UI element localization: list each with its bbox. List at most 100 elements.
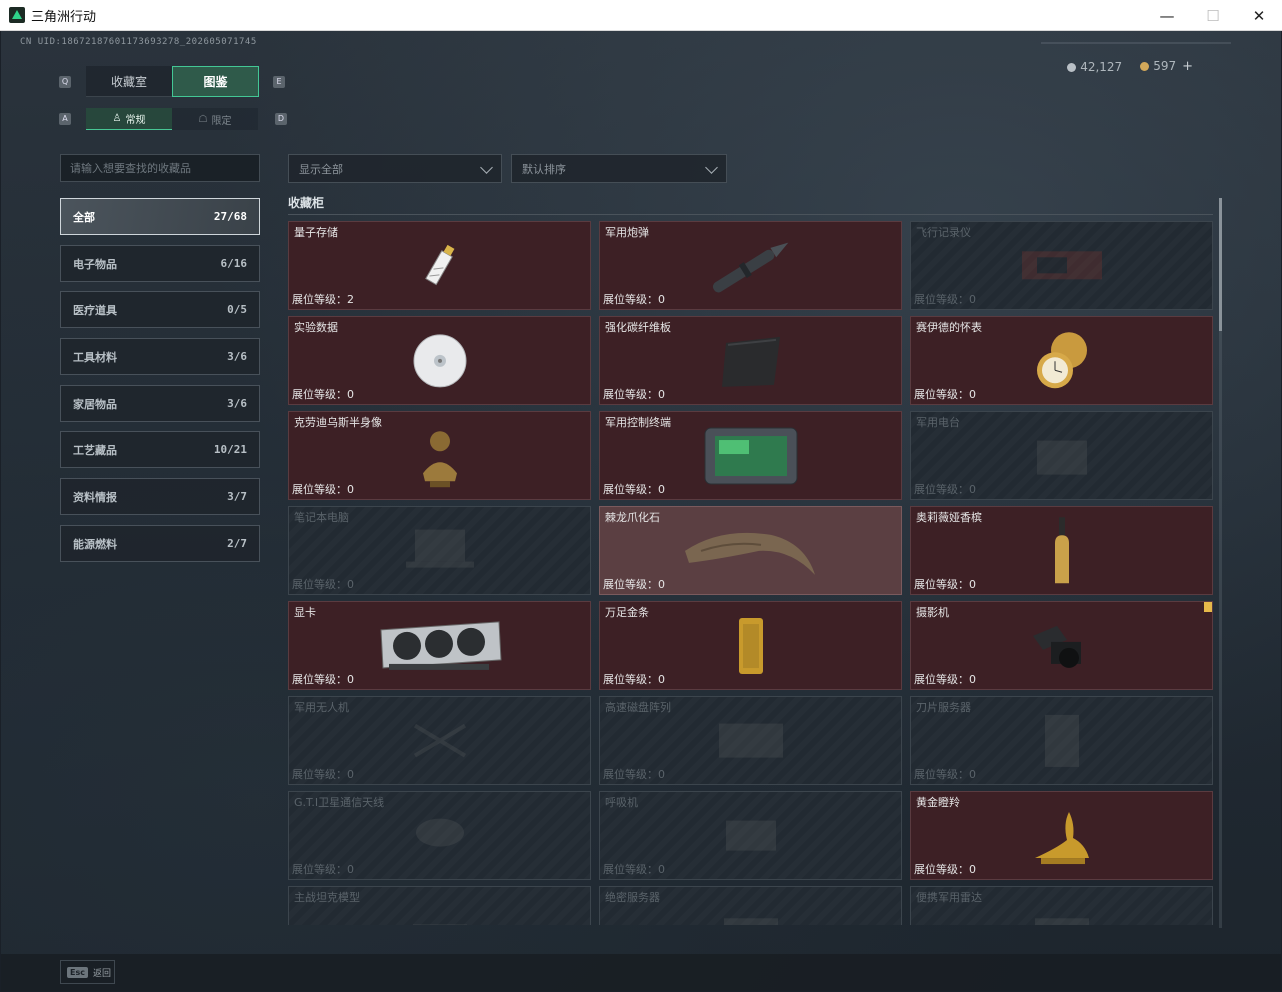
collection-card[interactable]: 实验数据 展位等级：0 <box>288 316 591 405</box>
collection-card[interactable]: 飞行记录仪展位等级：0 <box>910 221 1213 310</box>
currency-bar: 42,127 597 + <box>1067 59 1193 74</box>
card-title: G.T.I卫星通信天线 <box>294 796 385 809</box>
card-level: 展位等级：0 <box>914 293 976 306</box>
card-level: 展位等级：0 <box>603 483 665 496</box>
subtab-limited[interactable]: ☖ 限定 <box>172 108 258 130</box>
card-title: 强化碳纤维板 <box>605 321 671 334</box>
search-box <box>60 154 260 182</box>
collection-card[interactable]: 高速磁盘阵列 展位等级：0 <box>599 696 902 785</box>
card-title: 便携军用雷达 <box>916 891 982 904</box>
collection-card[interactable]: 强化碳纤维板 展位等级：0 <box>599 316 902 405</box>
category-item[interactable]: 工艺藏品 10/21 <box>60 431 260 468</box>
search-input[interactable] <box>61 155 259 181</box>
satellite-dish-icon <box>410 810 470 864</box>
server-icon <box>716 910 786 925</box>
category-label: 工艺藏品 <box>73 443 117 457</box>
card-title: 呼吸机 <box>605 796 638 809</box>
card-title: 军用电台 <box>916 416 960 429</box>
subtab-limited-label: 限定 <box>211 115 232 127</box>
collection-card[interactable]: 量子存储 展位等级：2 <box>288 221 591 310</box>
collection-card[interactable]: 摄影机展位等级：0 <box>910 601 1213 690</box>
gold-gazelle-icon <box>1027 804 1097 872</box>
collection-card[interactable]: 军用无人机 展位等级：0 <box>288 696 591 785</box>
collection-card[interactable]: 笔记本电脑展位等级：0 <box>288 506 591 595</box>
key-d-hint: D <box>275 113 287 125</box>
collection-card[interactable]: 赛伊德的怀表 展位等级：0 <box>910 316 1213 405</box>
tab-catalog[interactable]: 图鉴 <box>172 66 259 97</box>
tank-model-icon <box>405 910 475 925</box>
limited-icon: ☖ <box>198 113 208 125</box>
collection-card[interactable]: 军用电台展位等级：0 <box>910 411 1213 500</box>
collection-card[interactable]: 呼吸机 展位等级：0 <box>599 791 902 880</box>
add-currency-button[interactable]: + <box>1182 59 1193 74</box>
filter-value: 显示全部 <box>299 162 343 176</box>
category-item[interactable]: 能源燃料 2/7 <box>60 525 260 562</box>
flight-recorder-icon <box>1017 245 1107 289</box>
card-level: 展位等级：0 <box>292 578 354 591</box>
category-label: 全部 <box>73 210 95 224</box>
category-item[interactable]: 全部 27/68 <box>60 198 260 235</box>
card-title: 军用炮弹 <box>605 226 649 239</box>
collection-card[interactable]: 黄金瞪羚 展位等级：0 <box>910 791 1213 880</box>
card-level: 展位等级：0 <box>914 673 976 686</box>
collection-card[interactable]: 主战坦克模型 <box>288 886 591 925</box>
category-label: 资料情报 <box>73 490 117 504</box>
subtab-regular[interactable]: ♙ 常规 <box>86 108 172 130</box>
sort-dropdown[interactable]: 默认排序 <box>511 154 727 183</box>
tab-collection-room[interactable]: 收藏室 <box>86 66 172 97</box>
artillery-shell-icon <box>701 235 801 299</box>
carbon-plate-icon <box>716 330 786 394</box>
category-item[interactable]: 资料情报 3/7 <box>60 478 260 515</box>
gold-amount: 597 <box>1153 59 1177 73</box>
collection-card[interactable]: 显卡 展位等级：0 <box>288 601 591 690</box>
category-item[interactable]: 工具材料 3/6 <box>60 338 260 375</box>
collection-card[interactable]: 刀片服务器 展位等级：0 <box>910 696 1213 785</box>
collection-card[interactable]: 绝密服务器 <box>599 886 902 925</box>
disk-array-icon <box>711 715 791 769</box>
bottom-bar <box>1 954 1281 991</box>
esc-key-icon: Esc <box>67 966 88 978</box>
card-title: 显卡 <box>294 606 316 619</box>
collection-card[interactable]: 军用炮弹 展位等级：0 <box>599 221 902 310</box>
card-level: 展位等级：0 <box>292 483 354 496</box>
window-titlebar: 三角洲行动 — ☐ ✕ <box>0 0 1282 31</box>
control-terminal-icon <box>701 424 801 492</box>
category-count: 2/7 <box>227 537 247 550</box>
category-item[interactable]: 电子物品 6/16 <box>60 245 260 282</box>
blade-server-icon <box>1037 710 1087 774</box>
collection-card[interactable]: 棘龙爪化石 展位等级：0 <box>599 506 902 595</box>
collection-card[interactable]: 克劳迪乌斯半身像 展位等级：0 <box>288 411 591 500</box>
card-level: 展位等级：0 <box>292 863 354 876</box>
filter-dropdown[interactable]: 显示全部 <box>288 154 502 183</box>
minimize-button[interactable]: — <box>1144 0 1190 31</box>
collection-card[interactable]: 奥莉薇娅香槟 展位等级：0 <box>910 506 1213 595</box>
card-title: 飞行记录仪 <box>916 226 971 239</box>
grid-scrollbar[interactable] <box>1219 198 1222 928</box>
regular-icon: ♙ <box>112 113 122 124</box>
category-count: 6/16 <box>220 257 248 270</box>
card-title: 克劳迪乌斯半身像 <box>294 416 382 429</box>
sort-value: 默认排序 <box>522 162 566 176</box>
card-level: 展位等级：0 <box>914 483 976 496</box>
card-title: 棘龙爪化石 <box>605 511 660 524</box>
collection-card[interactable]: 军用控制终端 展位等级：0 <box>599 411 902 500</box>
category-item[interactable]: 家居物品 3/6 <box>60 385 260 422</box>
collection-card[interactable]: 便携军用雷达 <box>910 886 1213 925</box>
back-button[interactable]: Esc 返回 <box>60 960 115 984</box>
maximize-button[interactable]: ☐ <box>1190 0 1236 31</box>
collection-card[interactable]: G.T.I卫星通信天线 展位等级：0 <box>288 791 591 880</box>
category-label: 医疗道具 <box>73 303 117 317</box>
category-label: 能源燃料 <box>73 537 117 551</box>
scrollbar-thumb[interactable] <box>1219 198 1222 331</box>
close-button[interactable]: ✕ <box>1236 0 1282 31</box>
collection-card[interactable]: 万足金条 展位等级：0 <box>599 601 902 690</box>
card-level: 展位等级：0 <box>914 863 976 876</box>
card-title: 摄影机 <box>916 606 949 619</box>
card-level: 展位等级：0 <box>292 768 354 781</box>
category-item[interactable]: 医疗道具 0/5 <box>60 291 260 328</box>
card-level: 展位等级：0 <box>603 673 665 686</box>
silver-amount: 42,127 <box>1080 59 1123 74</box>
radar-icon <box>1027 910 1097 925</box>
back-label: 返回 <box>92 968 111 979</box>
card-title: 笔记本电脑 <box>294 511 349 524</box>
